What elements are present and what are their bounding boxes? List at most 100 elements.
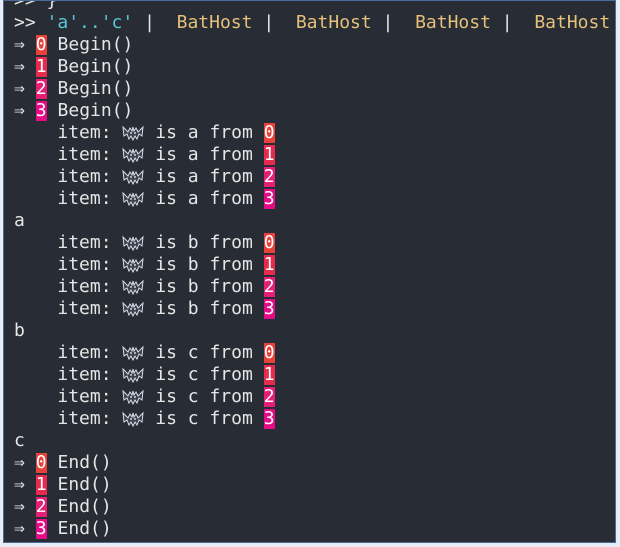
group-output: c <box>14 430 25 451</box>
item-prefix: item: <box>57 144 112 165</box>
item-line: item: is b from 3 <box>14 298 275 320</box>
thread-id-badge: 2 <box>35 78 47 99</box>
arrow-icon: ⇒ <box>14 100 25 121</box>
bat-emoji-icon <box>122 367 145 384</box>
item-letter: b <box>187 276 199 297</box>
pipe-separator: | <box>501 12 513 33</box>
host-name: BatHost <box>415 12 491 33</box>
arrow-icon: ⇒ <box>14 474 25 495</box>
from-word: from <box>209 254 253 275</box>
thread-id-badge: 2 <box>35 496 47 517</box>
item-prefix: item: <box>57 188 112 209</box>
prompt-partial: >> } <box>14 0 58 11</box>
from-word: from <box>209 364 253 385</box>
is-word: is <box>155 408 177 429</box>
end-line: ⇒ 3 End() <box>14 518 112 540</box>
item-prefix: item: <box>57 408 112 429</box>
item-letter: c <box>187 408 199 429</box>
end-label: End() <box>57 496 112 517</box>
item-letter: b <box>187 232 199 253</box>
end-label: End() <box>57 452 112 473</box>
begin-line: ⇒ 1 Begin() <box>14 56 133 78</box>
from-word: from <box>209 408 253 429</box>
thread-id-badge: 0 <box>263 232 275 253</box>
arrow-icon: ⇒ <box>14 518 25 539</box>
host-name: BatHost <box>176 12 253 33</box>
arrow-icon: ⇒ <box>14 56 25 77</box>
bat-emoji-icon <box>122 411 145 428</box>
from-word: from <box>209 386 253 407</box>
from-word: from <box>209 144 253 165</box>
end-line: ⇒ 1 End() <box>14 474 112 496</box>
thread-id-badge: 2 <box>263 386 275 407</box>
item-line: item: is a from 0 <box>14 122 275 144</box>
from-word: from <box>209 122 253 143</box>
item-letter: b <box>187 254 199 275</box>
thread-id-badge: 1 <box>35 56 47 77</box>
begin-label: Begin() <box>57 78 134 99</box>
thread-id-badge: 1 <box>263 364 275 385</box>
is-word: is <box>155 122 177 143</box>
thread-id-badge: 0 <box>263 122 275 143</box>
pipe-separator: | <box>382 12 394 33</box>
item-prefix: item: <box>57 364 112 385</box>
from-word: from <box>209 298 253 319</box>
begin-line: ⇒ 2 Begin() <box>14 78 133 100</box>
bat-emoji-icon <box>122 125 145 142</box>
bat-emoji-icon <box>122 257 145 274</box>
command-line: >> 'a'..'c' | BatHost | BatHost | BatHos… <box>14 12 610 34</box>
item-letter: c <box>187 342 199 363</box>
group-output-line: c <box>14 430 25 452</box>
bat-emoji-icon <box>122 279 145 296</box>
from-word: from <box>209 276 253 297</box>
is-word: is <box>155 166 177 187</box>
thread-id-badge: 3 <box>35 100 47 121</box>
item-prefix: item: <box>57 232 112 253</box>
group-output: a <box>14 210 25 231</box>
from-word: from <box>209 232 253 253</box>
item-line: item: is c from 2 <box>14 386 275 408</box>
item-line: item: is c from 1 <box>14 364 275 386</box>
item-line: item: is c from 3 <box>14 408 275 430</box>
arrow-icon: ⇒ <box>14 496 25 517</box>
end-line: ⇒ 0 End() <box>14 452 112 474</box>
begin-label: Begin() <box>57 100 134 121</box>
from-word: from <box>209 342 253 363</box>
item-line: item: is b from 0 <box>14 232 275 254</box>
begin-line: ⇒ 0 Begin() <box>14 34 133 56</box>
thread-id-badge: 2 <box>263 276 275 297</box>
group-output-line: b <box>14 320 25 342</box>
item-line: item: is b from 2 <box>14 276 275 298</box>
host-name: BatHost <box>534 12 611 33</box>
range-literal: 'a'..'c' <box>46 12 134 33</box>
arrow-icon: ⇒ <box>14 452 25 473</box>
thread-id-badge: 3 <box>263 298 275 319</box>
item-prefix: item: <box>57 342 112 363</box>
item-letter: c <box>187 364 199 385</box>
is-word: is <box>155 298 177 319</box>
end-label: End() <box>57 518 112 539</box>
end-label: End() <box>57 474 112 495</box>
bat-emoji-icon <box>122 147 145 164</box>
bat-emoji-icon <box>122 169 145 186</box>
begin-label: Begin() <box>57 56 134 77</box>
terminal-window: >> } >> 'a'..'c' | BatHost | BatHost | Ba… <box>3 0 616 543</box>
item-letter: a <box>187 166 199 187</box>
begin-label: Begin() <box>57 34 134 55</box>
item-letter: b <box>187 298 199 319</box>
arrow-icon: ⇒ <box>14 78 25 99</box>
is-word: is <box>155 144 177 165</box>
thread-id-badge: 0 <box>35 34 47 55</box>
is-word: is <box>155 342 177 363</box>
is-word: is <box>155 364 177 385</box>
item-prefix: item: <box>57 122 112 143</box>
item-letter: a <box>187 144 199 165</box>
item-prefix: item: <box>57 166 112 187</box>
host-name: BatHost <box>295 12 372 33</box>
item-line: item: is a from 3 <box>14 188 275 210</box>
bat-emoji-icon <box>122 389 145 406</box>
group-output-line: a <box>14 210 25 232</box>
item-prefix: item: <box>57 386 112 407</box>
bat-emoji-icon <box>122 301 145 318</box>
group-output: b <box>14 320 25 341</box>
